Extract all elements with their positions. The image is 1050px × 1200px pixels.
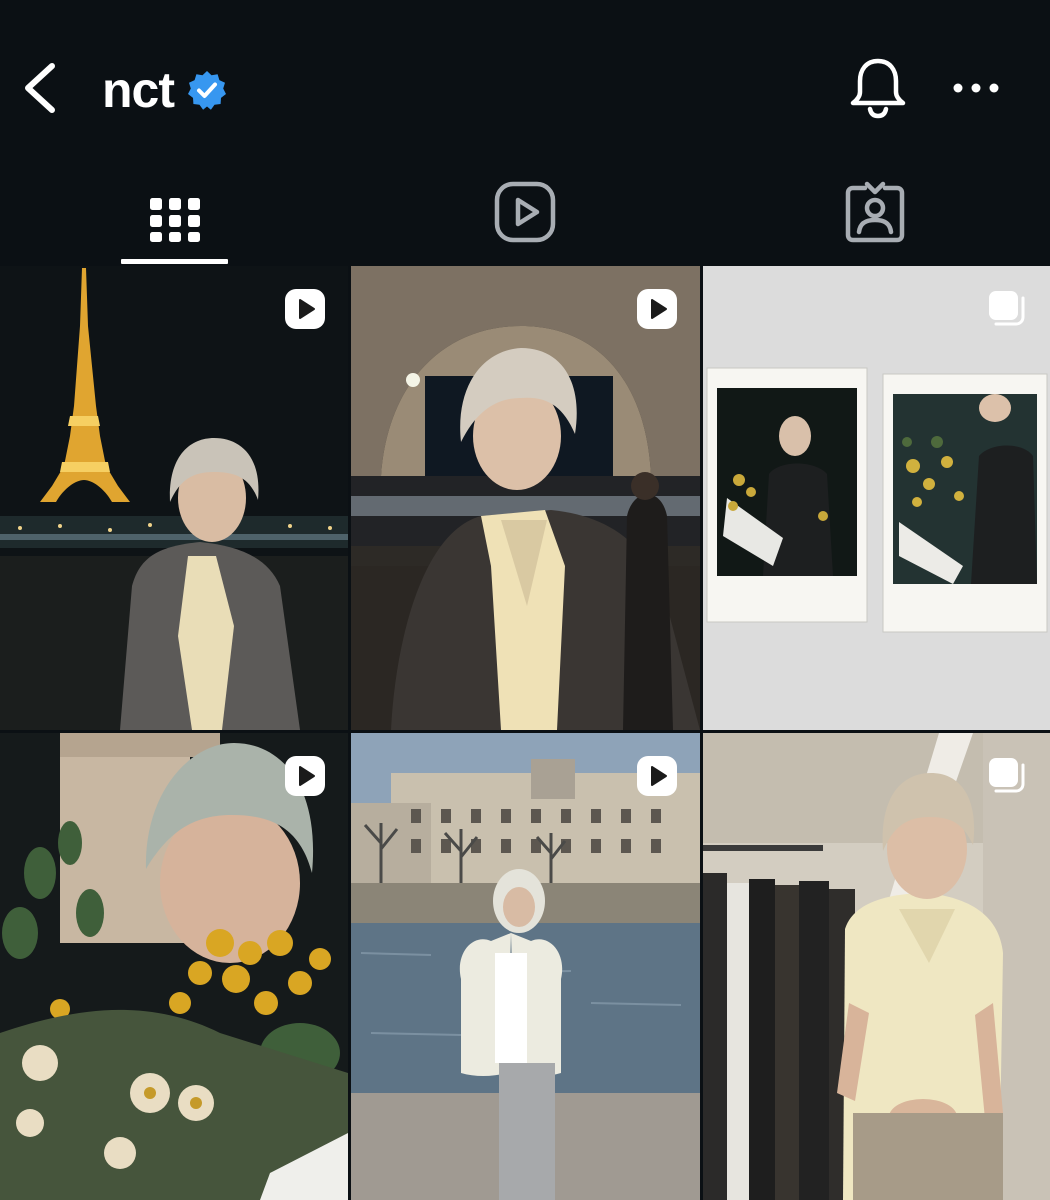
reels-icon xyxy=(494,181,556,243)
posts-grid xyxy=(0,266,1050,1200)
reel-icon xyxy=(285,289,325,329)
carousel-icon xyxy=(989,758,1025,793)
post-tile-2[interactable] xyxy=(351,266,700,730)
reel-badge xyxy=(284,755,326,797)
post-thumbnail xyxy=(0,733,348,1200)
back-button[interactable] xyxy=(14,56,70,120)
post-tile-6[interactable] xyxy=(703,733,1050,1200)
reel-badge xyxy=(636,288,678,330)
tab-reels[interactable] xyxy=(350,160,700,264)
reel-badge xyxy=(284,288,326,330)
profile-tabs xyxy=(0,160,1050,264)
more-horizontal-icon xyxy=(953,83,999,93)
grid-icon xyxy=(150,198,200,242)
verified-badge-icon xyxy=(186,69,228,111)
post-tile-3[interactable] xyxy=(703,266,1050,730)
post-thumbnail xyxy=(351,266,700,730)
post-thumbnail xyxy=(703,733,1050,1200)
carousel-icon xyxy=(989,291,1025,326)
reel-badge xyxy=(636,755,678,797)
active-tab-indicator xyxy=(121,259,228,264)
post-tile-5[interactable] xyxy=(351,733,700,1200)
post-thumbnail xyxy=(703,266,1050,730)
post-tile-4[interactable] xyxy=(0,733,348,1200)
profile-header: nct xyxy=(0,0,1050,160)
reel-icon xyxy=(285,756,325,796)
carousel-badge xyxy=(986,288,1028,330)
chevron-left-icon xyxy=(25,63,55,113)
more-options-button[interactable] xyxy=(948,62,1004,114)
bell-icon xyxy=(850,58,906,119)
tab-tagged[interactable] xyxy=(700,160,1050,264)
reel-icon xyxy=(637,289,677,329)
tab-posts-grid[interactable] xyxy=(0,160,350,264)
carousel-badge xyxy=(986,755,1028,797)
reel-icon xyxy=(637,756,677,796)
post-thumbnail xyxy=(0,266,348,730)
profile-title-group: nct xyxy=(102,58,228,122)
profile-username: nct xyxy=(102,62,175,118)
post-tile-1[interactable] xyxy=(0,266,348,730)
post-thumbnail xyxy=(351,733,700,1200)
tagged-icon xyxy=(845,181,905,243)
notifications-button[interactable] xyxy=(846,54,910,122)
